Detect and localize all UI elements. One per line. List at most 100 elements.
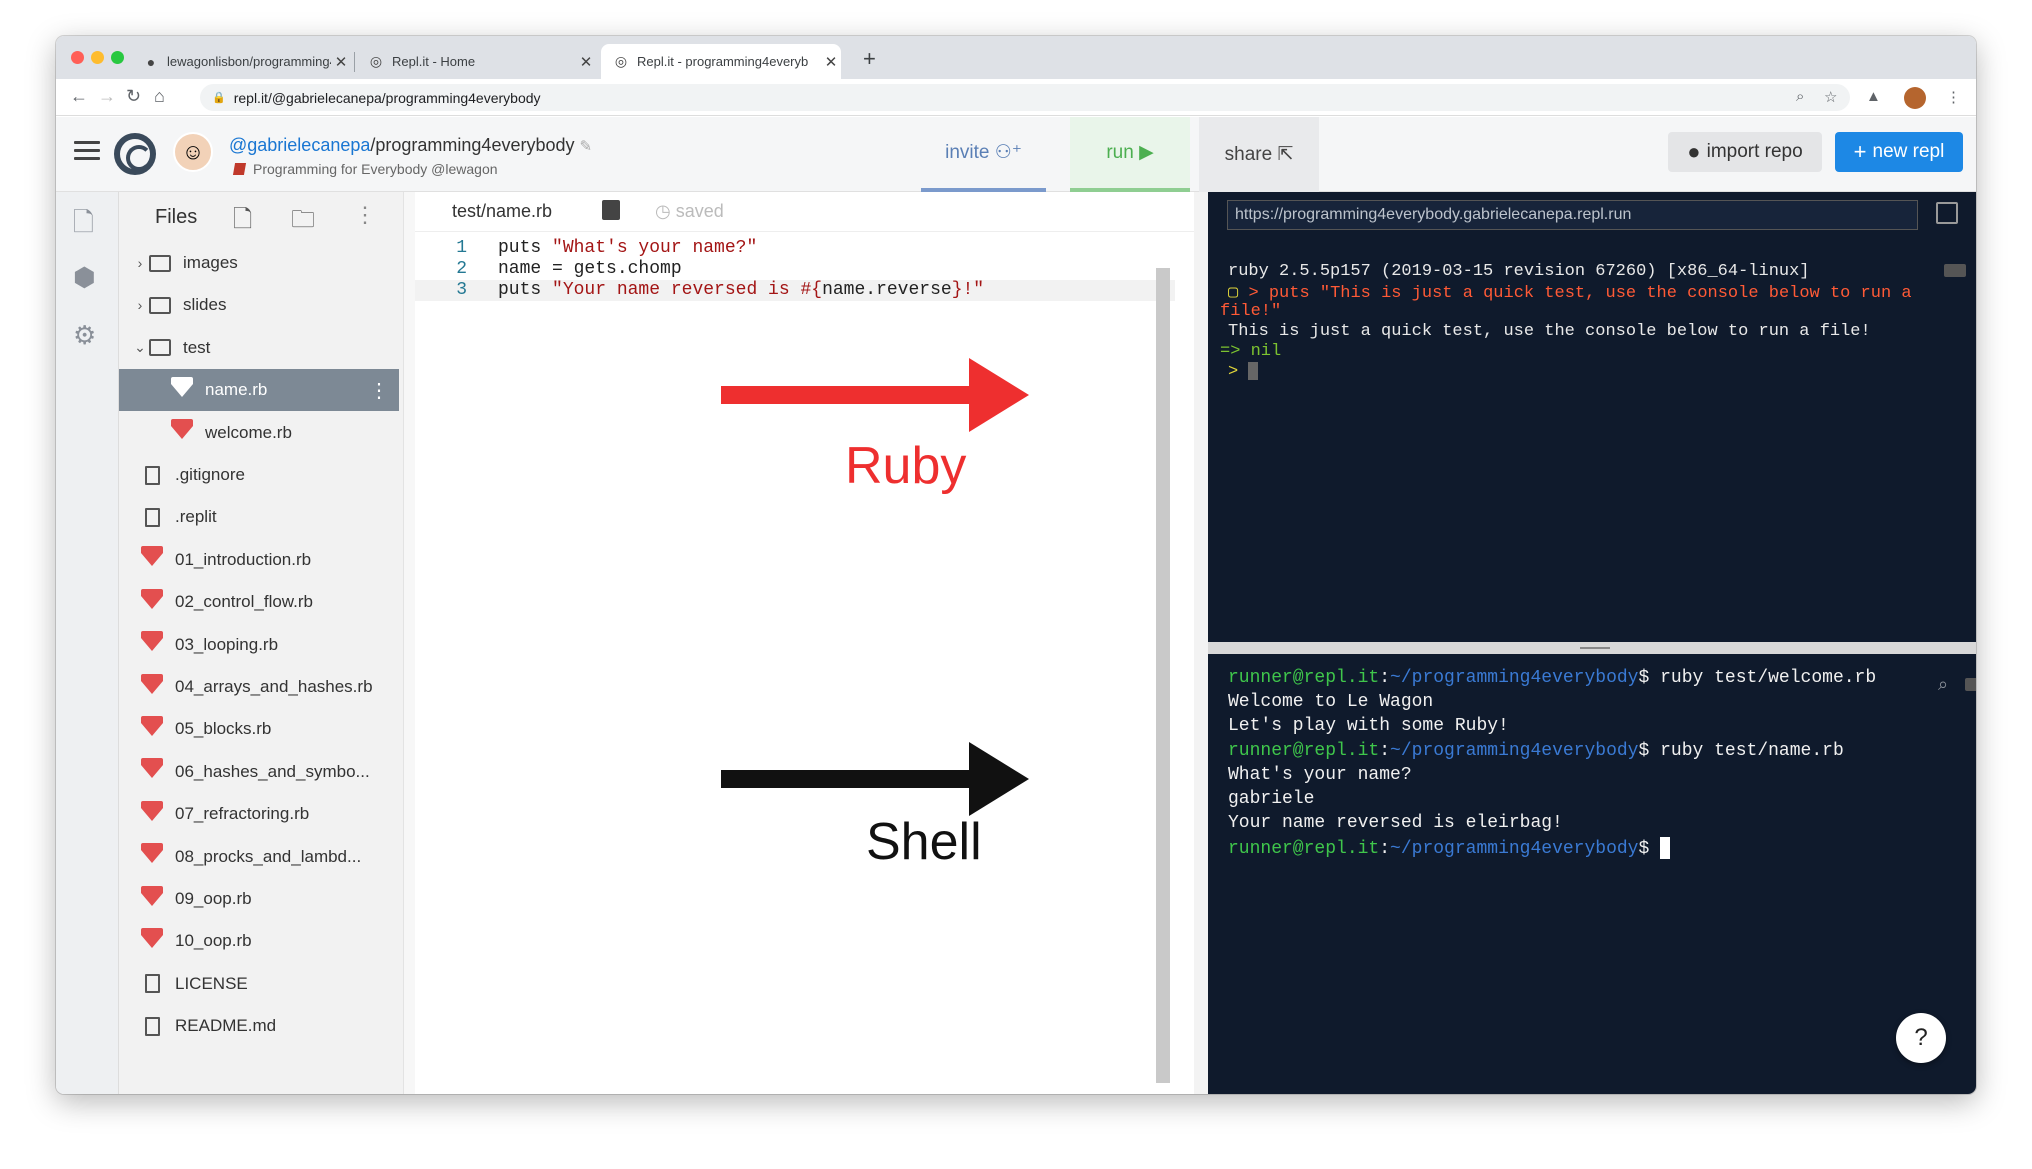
more-options-icon[interactable]: ⋮ — [354, 202, 376, 228]
file-tree-item[interactable]: LICENSE — [119, 963, 399, 1005]
file-name: images — [183, 253, 238, 272]
close-window-button[interactable] — [71, 51, 84, 64]
file-icon — [139, 973, 165, 995]
file-name: welcome.rb — [205, 422, 292, 442]
file-options-icon[interactable]: ⋮ — [369, 378, 389, 403]
tab-title: Repl.it - Home — [392, 54, 476, 69]
close-tab-icon[interactable]: ✕ — [331, 53, 351, 71]
forward-icon[interactable]: → — [98, 86, 116, 107]
editor-console-divider[interactable] — [1194, 192, 1208, 1094]
file-tree-item[interactable]: .gitignore — [119, 454, 399, 496]
file-tree-item[interactable]: 08_procks_and_lambd... — [119, 836, 399, 878]
console-shell-divider[interactable] — [1208, 642, 1976, 654]
import-repo-button[interactable]: ● import repo — [1668, 132, 1822, 172]
new-tab-button[interactable]: + — [863, 46, 876, 72]
replit-logo[interactable] — [114, 133, 156, 175]
clear-shell-icon[interactable] — [1965, 678, 1976, 691]
code-editor[interactable]: test/name.rb ◷ saved 1 puts "What's your … — [415, 192, 1194, 1094]
editor-file-tab[interactable]: test/name.rb — [452, 201, 552, 222]
back-icon[interactable]: ← — [70, 86, 88, 107]
code-line[interactable]: 2 name = gets.chomp — [415, 259, 1175, 280]
browser-tab-github[interactable]: ● lewagonlisbon/programming4e ✕ — [131, 44, 351, 79]
console-prompt[interactable]: > — [1228, 362, 1259, 381]
url-text: repl.it/@gabrielecanepa/programming4ever… — [233, 89, 541, 106]
reload-icon[interactable]: ↻ — [126, 86, 141, 107]
address-bar[interactable]: 🔒 repl.it/@gabrielecanepa/programming4ev… — [200, 84, 1850, 111]
minimize-window-button[interactable] — [91, 51, 104, 64]
search-icon[interactable]: ⌕ — [1938, 674, 1948, 695]
code-line[interactable]: 3 puts "Your name reversed is #{name.reve… — [415, 280, 1175, 301]
new-repl-button[interactable]: + new repl — [1835, 132, 1963, 172]
menu-dots-icon[interactable]: ⋮ — [1946, 88, 1961, 106]
folder-icon — [147, 294, 173, 316]
repl-owner-link[interactable]: @gabrielecanepa — [229, 135, 370, 155]
document-icon[interactable] — [602, 200, 620, 220]
panel-divider[interactable] — [403, 192, 415, 1094]
file-tree-item[interactable]: 09_oop.rb — [119, 878, 399, 920]
file-name: 08_procks_and_lambd... — [175, 846, 362, 866]
chevron-icon[interactable]: › — [133, 297, 147, 313]
file-name: 09_oop.rb — [175, 889, 252, 908]
file-tree-item[interactable]: 03_looping.rb — [119, 624, 399, 666]
file-tree-item[interactable]: welcome.rb — [119, 412, 399, 454]
extension-icon[interactable]: ▲ — [1866, 88, 1881, 105]
packages-icon[interactable]: ⬢ — [73, 262, 96, 293]
add-folder-icon[interactable]: 🗀 — [291, 202, 315, 243]
cursor — [1660, 837, 1671, 860]
files-panel: Files 🗋 🗀 ⋮ › images › slides ⌄ test name.rb ⋮ w… — [119, 192, 403, 1094]
help-button[interactable]: ? — [1896, 1013, 1946, 1063]
file-tree-item[interactable]: .replit — [119, 496, 399, 538]
file-name: 06_hashes_and_symbo... — [175, 761, 370, 781]
close-tab-icon[interactable]: ✕ — [821, 53, 841, 71]
invite-button[interactable]: invite ⚇⁺ — [921, 117, 1046, 192]
repl-run-url[interactable]: https://programming4everybody.gabrieleca… — [1227, 200, 1918, 230]
browser-toolbar: ← → ↻ ⌂ 🔒 repl.it/@gabrielecanepa/progra… — [56, 79, 1976, 116]
clear-console-icon[interactable] — [1944, 264, 1966, 277]
ruby-file-icon — [139, 631, 165, 656]
maximize-window-button[interactable] — [111, 51, 124, 64]
close-tab-icon[interactable]: ✕ — [576, 53, 596, 71]
profile-avatar[interactable] — [1904, 87, 1926, 109]
chevron-icon[interactable]: › — [133, 255, 147, 271]
file-tree-item[interactable]: ⌄ test — [119, 327, 399, 369]
file-tree-item[interactable]: › slides — [119, 284, 399, 326]
hamburger-menu-icon[interactable] — [74, 141, 100, 161]
files-icon[interactable]: 🗋 — [73, 204, 94, 248]
line-number: 2 — [456, 259, 467, 279]
file-tree-item[interactable]: 10_oop.rb — [119, 920, 399, 962]
editor-scrollbar[interactable] — [1156, 268, 1170, 1083]
open-external-icon[interactable] — [1936, 202, 1958, 224]
shell-command-line: runner@repl.it:~/programming4everybody$ — [1228, 837, 1671, 860]
add-file-icon[interactable]: 🗋 — [233, 202, 252, 243]
file-tree-item[interactable]: README.md — [119, 1005, 399, 1047]
file-tree-item[interactable]: › images — [119, 242, 399, 284]
browser-tab-replit-home[interactable]: ◎ Repl.it - Home ✕ — [356, 44, 596, 79]
settings-gear-icon[interactable]: ⚙ — [73, 320, 96, 351]
zoom-icon[interactable]: ⌕ — [1796, 88, 1804, 105]
plus-icon: + — [1853, 139, 1867, 164]
chevron-icon[interactable]: ⌄ — [133, 339, 147, 356]
user-avatar[interactable]: ☺ — [173, 132, 213, 172]
edit-pencil-icon[interactable]: ✎ — [580, 138, 593, 155]
home-icon[interactable]: ⌂ — [154, 86, 165, 107]
file-tree-item[interactable]: 07_refractoring.rb — [119, 793, 399, 835]
browser-tab-replit-active[interactable]: ◎ Repl.it - programming4everyb ✕ — [601, 44, 841, 79]
share-button[interactable]: share ⇱ — [1199, 117, 1319, 192]
file-tree-item[interactable]: 02_control_flow.rb — [119, 581, 399, 623]
console-panel[interactable]: https://programming4everybody.gabrieleca… — [1208, 192, 1976, 642]
file-tree-item[interactable]: 04_arrays_and_hashes.rb — [119, 666, 399, 708]
bookmark-star-icon[interactable]: ☆ — [1824, 88, 1837, 106]
code-line[interactable]: 1 puts "What's your name?" — [415, 238, 1175, 259]
file-name: .gitignore — [175, 465, 245, 484]
repl-subtitle: Programming for Everybody @lewagon — [232, 161, 498, 177]
file-tree-item[interactable]: name.rb ⋮ — [119, 369, 399, 412]
ruby-file-icon — [139, 673, 165, 698]
shell-panel[interactable]: ⌕ runner@repl.it:~/programming4everybody… — [1208, 654, 1976, 1094]
console-result: => nil — [1220, 342, 1282, 361]
console-input-cont: file!" — [1220, 302, 1282, 321]
file-tree-item[interactable]: 01_introduction.rb — [119, 539, 399, 581]
run-button[interactable]: run ▶ — [1070, 117, 1190, 192]
file-tree-item[interactable]: 05_blocks.rb — [119, 708, 399, 750]
file-tree-item[interactable]: 06_hashes_and_symbo... — [119, 751, 399, 793]
play-icon: ▶ — [1139, 142, 1154, 163]
